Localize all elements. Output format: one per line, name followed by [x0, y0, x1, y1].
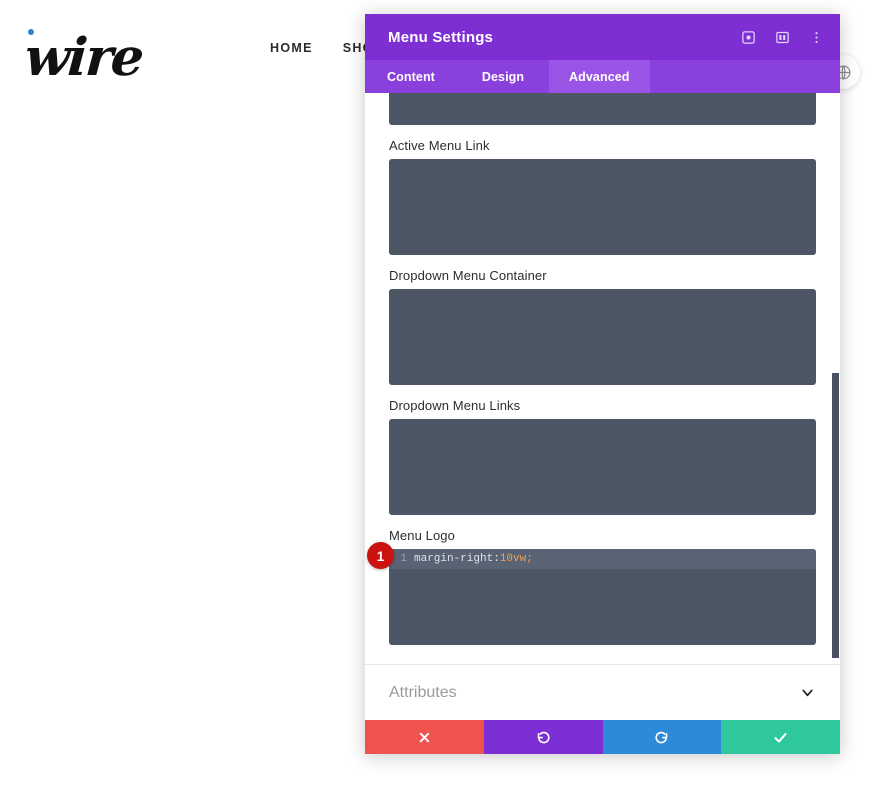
tab-design[interactable]: Design: [457, 60, 549, 93]
site-nav: HOME SHOP: [270, 41, 380, 55]
cancel-button[interactable]: [365, 720, 484, 754]
save-button[interactable]: [721, 720, 840, 754]
field-dropdown-menu-container: Dropdown Menu Container: [389, 255, 816, 385]
field-label: Dropdown Menu Container: [389, 268, 547, 283]
site-logo[interactable]: wire: [23, 24, 195, 88]
check-icon: [774, 732, 787, 743]
field-label: Menu Logo: [389, 528, 455, 543]
nav-item-home[interactable]: HOME: [270, 41, 313, 55]
code-token-property: margin-right:: [414, 553, 500, 565]
field-label: Active Menu Link: [389, 138, 490, 153]
code-editor-menu-logo[interactable]: 1 margin-right: 10vw ;: [389, 549, 816, 645]
code-editor-dropdown-menu-container[interactable]: [389, 289, 816, 385]
redo-icon: [655, 731, 668, 743]
field-active-menu-link: Active Menu Link: [389, 125, 816, 255]
step-badge: 1: [367, 542, 394, 569]
attributes-accordion[interactable]: Attributes: [365, 664, 840, 720]
logo-wordmark: wire: [22, 27, 145, 88]
code-editor-dropdown-menu-links[interactable]: [389, 419, 816, 515]
tab-content[interactable]: Content: [365, 60, 457, 93]
attributes-label: Attributes: [389, 683, 457, 701]
modal-header: Menu Settings: [365, 14, 840, 60]
tab-advanced[interactable]: Advanced: [549, 60, 650, 93]
field-dropdown-menu-links: Dropdown Menu Links: [389, 385, 816, 515]
code-editor-clipped[interactable]: [389, 93, 816, 125]
code-token-value: 10vw: [499, 553, 527, 565]
field-menu-logo: Menu Logo 1 1 margin-right: 10vw ;: [367, 515, 816, 645]
close-icon: [419, 732, 430, 742]
chevron-down-icon[interactable]: [799, 684, 816, 701]
target-icon[interactable]: [740, 29, 756, 45]
modal-scrollbar-thumb[interactable]: [832, 373, 839, 658]
code-line: 1 margin-right: 10vw ;: [389, 549, 816, 569]
undo-icon: [537, 731, 550, 743]
more-vertical-icon[interactable]: [808, 29, 824, 45]
menu-settings-modal: Menu Settings Content Design Advanced Ac…: [365, 14, 840, 754]
code-editor-wrapper: 1 1 margin-right: 10vw ;: [367, 542, 816, 645]
modal-action-bar: [365, 720, 840, 754]
field-label: Dropdown Menu Links: [389, 398, 521, 413]
redo-button[interactable]: [602, 720, 722, 754]
modal-body: Active Menu Link Dropdown Menu Container…: [365, 93, 840, 664]
code-editor-active-menu-link[interactable]: [389, 159, 816, 255]
field-clipped-top: [389, 93, 816, 125]
undo-button[interactable]: [483, 720, 603, 754]
modal-scrollbar[interactable]: [831, 93, 840, 664]
layout-columns-icon[interactable]: [774, 29, 790, 45]
modal-header-icons: [740, 29, 824, 45]
screen: wire HOME SHOP Menu Settings Content Des…: [0, 0, 880, 792]
code-token-punctuation: ;: [526, 553, 533, 565]
modal-title: Menu Settings: [388, 28, 494, 46]
modal-tabbar: Content Design Advanced: [365, 60, 840, 93]
